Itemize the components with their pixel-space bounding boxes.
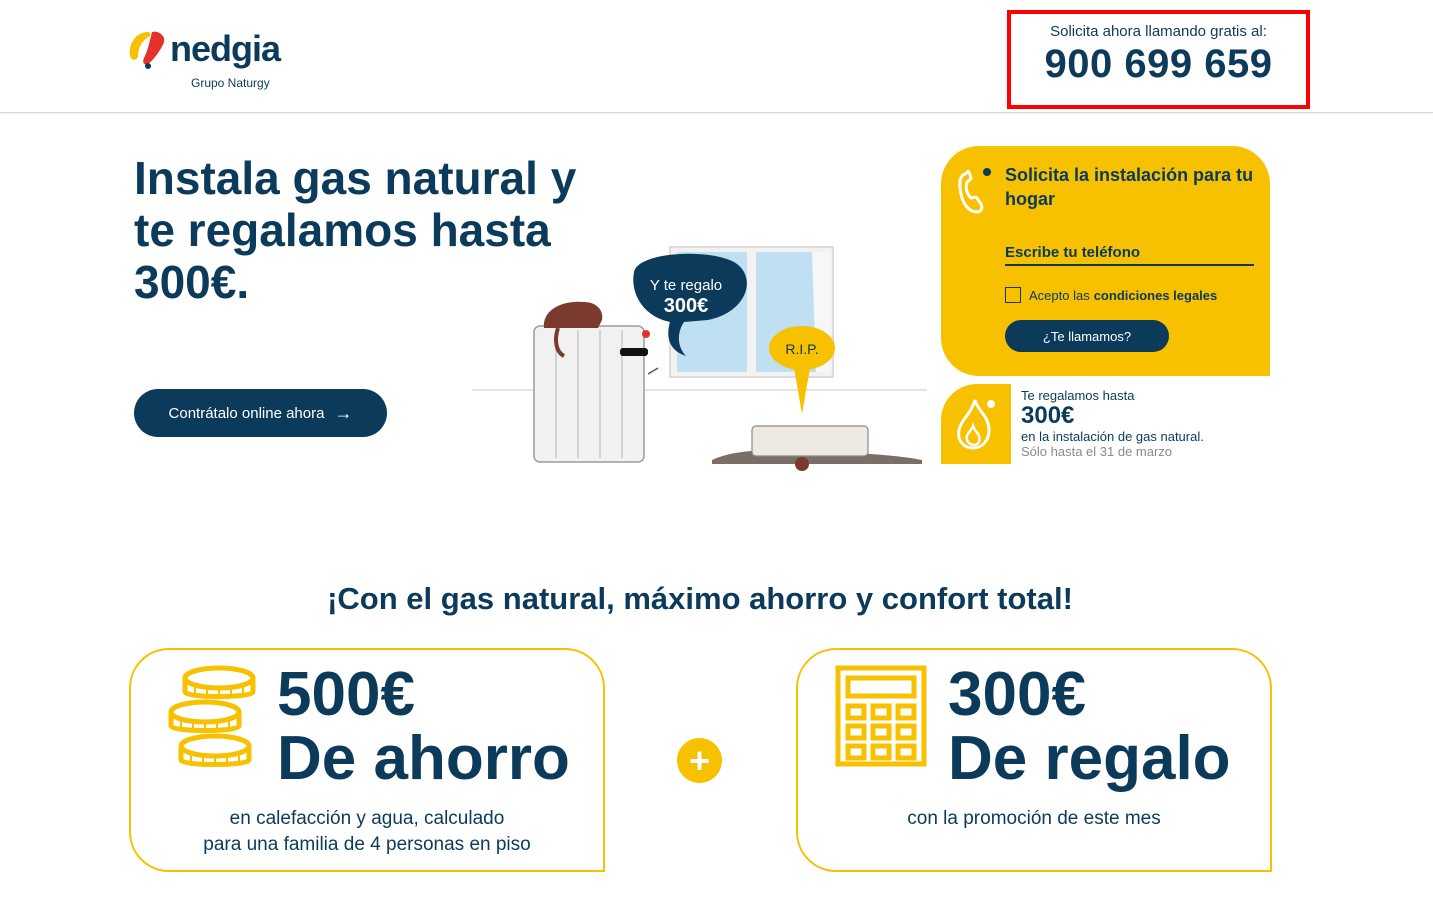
logo-wordmark: nedgia (170, 28, 281, 69)
phone-field-wrapper (1005, 240, 1254, 266)
calculator-icon (835, 665, 927, 767)
promo-amount: 300€ (1021, 402, 1075, 429)
call-highlight-box: Solicita ahora llamando gratis al: 900 6… (1007, 10, 1310, 109)
nedgia-logo[interactable]: nedgia Grupo Naturgy (126, 22, 286, 94)
gift-label: De regalo (948, 724, 1231, 793)
contract-online-button[interactable]: Contrátalo online ahora → (134, 389, 387, 437)
savings-card: 500€ De ahorro en calefacción y agua, ca… (129, 648, 605, 872)
legal-consent-row: Acepto las condiciones legales (1005, 287, 1217, 303)
bubble-text-line2: 300€ (664, 295, 709, 317)
nedgia-logo-mark-icon (129, 31, 165, 69)
savings-amount: 500€ (277, 660, 415, 729)
call-phone-number[interactable]: 900 699 659 (1011, 42, 1306, 87)
promo-flame-tile (941, 384, 1011, 464)
legal-consent-checkbox[interactable] (1005, 287, 1021, 303)
legal-conditions-link[interactable]: condiciones legales (1094, 288, 1218, 303)
form-title: Solicita la instalación para tu hogar (1005, 165, 1254, 209)
phone-handset-icon (958, 168, 991, 214)
gift-amount: 300€ (948, 660, 1086, 729)
logo-subtitle: Grupo Naturgy (191, 76, 270, 90)
promo-line1: Te regalamos hasta (1021, 388, 1135, 403)
gift-desc-line1: con la promoción de este mes (907, 808, 1161, 829)
bubble-rip-text: R.I.P. (785, 341, 818, 357)
promo-text-block: Te regalamos hasta 300€ en la instalació… (1021, 388, 1251, 459)
savings-desc-line1: en calefacción y agua, calculado (229, 808, 505, 829)
callback-submit-button[interactable]: ¿Te llamamos? (1005, 320, 1169, 352)
flame-icon (957, 399, 995, 450)
gift-card: 300€ De regalo con la promoción de este … (796, 648, 1272, 872)
contract-online-label: Contrátalo online ahora (168, 404, 325, 422)
phone-input[interactable] (1005, 240, 1254, 264)
plus-icon: + (677, 738, 722, 783)
coins-icon (168, 665, 256, 767)
call-label: Solicita ahora llamando gratis al: (1050, 23, 1267, 40)
callback-form-panel: Solicita la instalación para tu hogar Ac… (941, 146, 1270, 376)
benefits-section-title: ¡Con el gas natural, máximo ahorro y con… (327, 581, 1073, 616)
site-header: nedgia Grupo Naturgy Solicita ahora llam… (0, 0, 1433, 113)
legal-consent-prefix: Acepto las (1029, 287, 1090, 303)
gift-description: con la promoción de este mes (798, 806, 1270, 832)
arrow-right-icon: → (334, 402, 353, 423)
promo-line2: en la instalación de gas natural. (1021, 429, 1204, 444)
promo-deadline: Sólo hasta el 31 de marzo (1021, 444, 1173, 459)
savings-description: en calefacción y agua, calculado para un… (131, 806, 603, 858)
hero-illustration: Y te regalo 300€ R.I.P. (472, 246, 927, 471)
savings-desc-line2: para una familia de 4 personas en piso (203, 834, 531, 855)
radiator-character (533, 325, 659, 463)
bubble-text-line1: Y te regalo (650, 277, 722, 294)
savings-label: De ahorro (277, 724, 570, 793)
